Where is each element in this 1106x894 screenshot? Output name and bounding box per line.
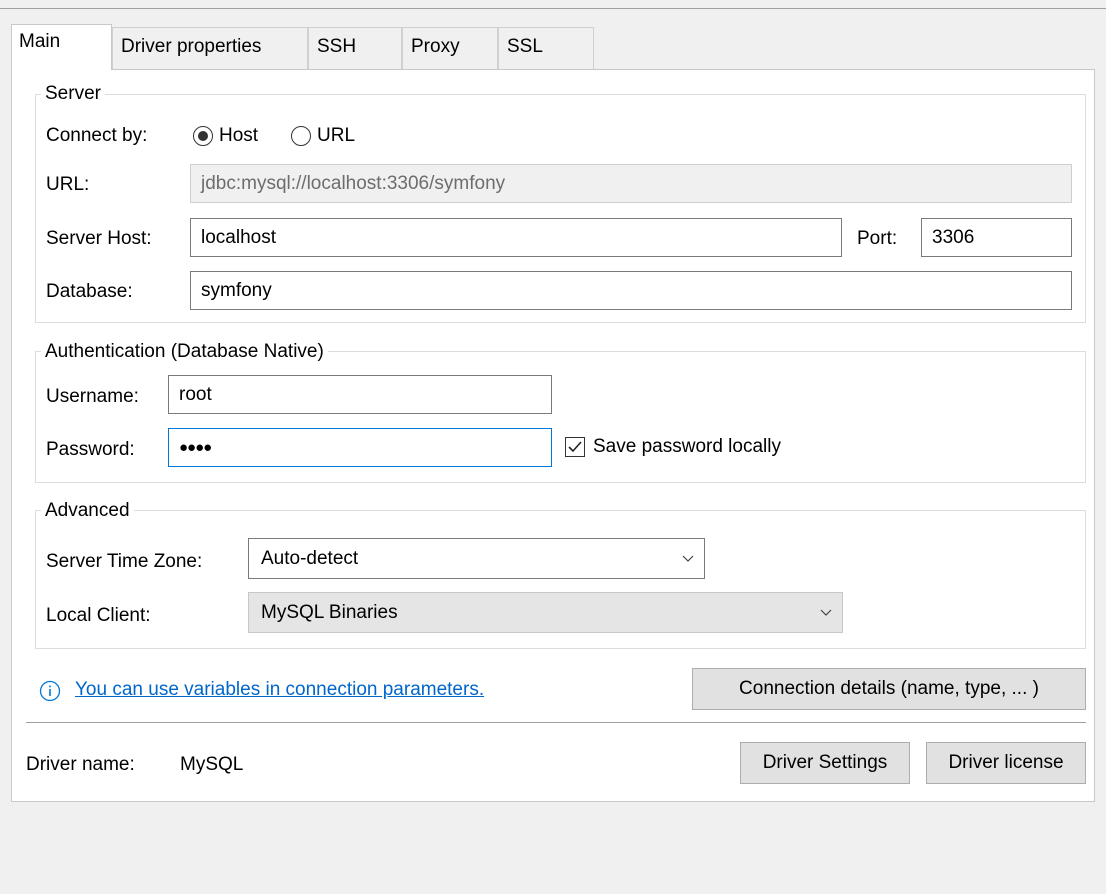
connect-by-label: Connect by: (46, 125, 148, 146)
driver-license-button[interactable]: Driver license (926, 742, 1086, 784)
server-host-input[interactable]: localhost (190, 218, 842, 257)
username-input[interactable]: root (168, 375, 552, 414)
tab-driver-properties[interactable]: Driver properties (112, 27, 308, 71)
variables-link[interactable]: You can use variables in connection para… (75, 679, 484, 701)
top-divider (0, 8, 1106, 9)
port-label: Port: (857, 228, 898, 249)
tab-ssh-label: SSH (317, 36, 357, 57)
local-client-label: Local Client: (46, 605, 151, 626)
local-client-value: MySQL Binaries (261, 602, 398, 623)
server-host-label: Server Host: (46, 228, 152, 249)
timezone-label: Server Time Zone: (46, 551, 203, 572)
local-client-select[interactable]: MySQL Binaries (248, 592, 843, 633)
info-icon (39, 680, 61, 702)
tab-proxy-label: Proxy (411, 36, 460, 57)
url-field: jdbc:mysql://localhost:3306/symfony (190, 164, 1072, 203)
save-password-checkbox[interactable] (565, 437, 585, 457)
auth-legend: Authentication (Database Native) (41, 341, 328, 363)
timezone-select[interactable]: Auto-detect (248, 538, 705, 579)
url-radio-label[interactable]: URL (317, 125, 355, 147)
url-radio[interactable] (291, 126, 311, 146)
host-radio[interactable] (193, 126, 213, 146)
tab-ssh[interactable]: SSH (308, 27, 402, 71)
database-input[interactable]: symfony (190, 271, 1072, 310)
chevron-down-icon (682, 555, 694, 562)
driver-name-value: MySQL (180, 754, 244, 775)
username-label: Username: (46, 386, 139, 407)
connection-details-button[interactable]: Connection details (name, type, ... ) (692, 668, 1086, 710)
tab-driver-properties-label: Driver properties (121, 36, 262, 57)
tab-ssl[interactable]: SSL (498, 27, 594, 71)
separator (26, 722, 1086, 723)
host-radio-label[interactable]: Host (219, 125, 258, 147)
tab-proxy[interactable]: Proxy (402, 27, 498, 71)
password-label: Password: (46, 439, 135, 460)
password-input[interactable]: ●●●● (168, 428, 552, 467)
timezone-value: Auto-detect (261, 548, 359, 569)
tab-main-label: Main (19, 31, 61, 52)
main-tab-panel: Server Connect by: Host URL URL: jdbc:my… (11, 69, 1095, 802)
server-legend: Server (41, 83, 105, 105)
advanced-legend: Advanced (41, 500, 134, 522)
url-label: URL: (46, 174, 90, 195)
tab-main[interactable]: Main (11, 24, 112, 70)
driver-settings-button[interactable]: Driver Settings (740, 742, 910, 784)
driver-name-label: Driver name: (26, 754, 135, 775)
tab-ssl-label: SSL (507, 36, 543, 57)
checkmark-icon (568, 441, 582, 453)
port-input[interactable]: 3306 (921, 218, 1072, 257)
database-label: Database: (46, 281, 133, 302)
save-password-label[interactable]: Save password locally (593, 436, 781, 458)
chevron-down-icon (820, 609, 832, 616)
